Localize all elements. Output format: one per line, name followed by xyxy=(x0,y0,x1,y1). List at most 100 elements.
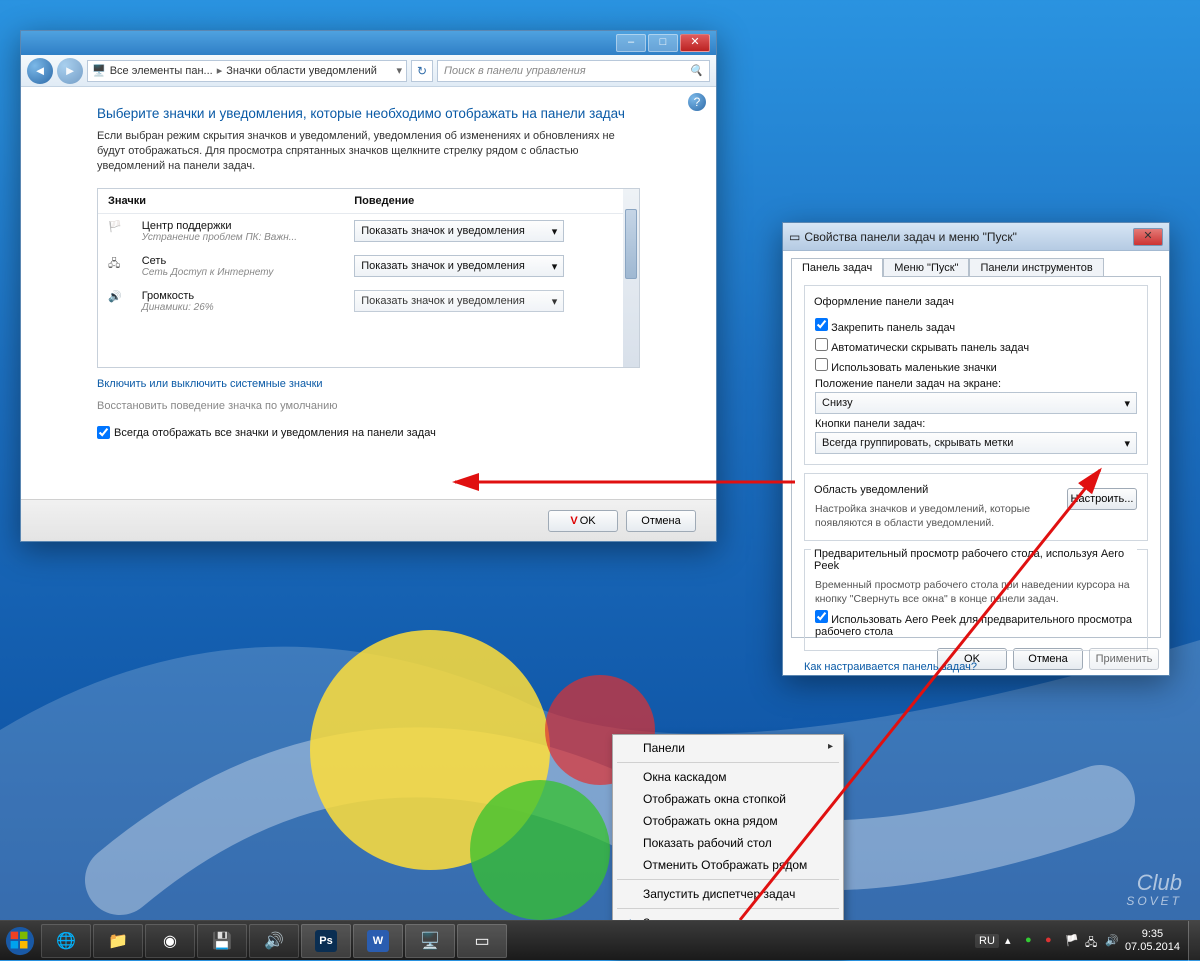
flag-icon[interactable]: 🏳️ xyxy=(1065,934,1079,948)
menu-separator xyxy=(617,908,839,909)
help-icon[interactable]: ? xyxy=(688,93,706,111)
taskbar-properties[interactable]: ▭ xyxy=(457,924,507,958)
ie-icon: 🌐 xyxy=(55,930,77,952)
ps-icon: Ps xyxy=(315,930,337,952)
menu-undo[interactable]: Отменить Отображать рядом xyxy=(615,854,841,876)
maximize-button[interactable]: □ xyxy=(648,34,678,52)
aero-peek-group: Предварительный просмотр рабочего стола,… xyxy=(804,549,1148,651)
position-label: Положение панели задач на экране: xyxy=(815,378,1137,390)
table-row: 🔊 Громкость Динамики: 26% Показать значо… xyxy=(98,284,623,319)
table-row: 🏳️ Центр поддержки Устранение проблем ПК… xyxy=(98,214,623,250)
chrome-icon: ◉ xyxy=(159,930,181,952)
window-titlebar[interactable]: ▭ Свойства панели задач и меню "Пуск" ✕ xyxy=(783,223,1169,251)
taskbar-properties-window: ▭ Свойства панели задач и меню "Пуск" ✕ … xyxy=(782,222,1170,676)
icons-listbox: Значки Поведение 🏳️ Центр поддержки Устр… xyxy=(97,188,640,368)
volume-icon: 🔊 xyxy=(263,930,285,952)
behavior-combo[interactable]: Показать значок и уведомления▾ xyxy=(354,255,564,277)
crumb-parent[interactable]: Все элементы пан... xyxy=(110,65,213,77)
taskbar[interactable]: 🌐 📁 ◉ 💾 🔊 Ps W 🖥️ ▭ RU ▴ ● ● 🏳️ 🖧 🔊 9:35… xyxy=(0,920,1200,960)
appearance-group: Оформление панели задач Закрепить панель… xyxy=(804,285,1148,465)
system-tray: RU ▴ ● ● 🏳️ 🖧 🔊 9:35 07.05.2014 xyxy=(967,928,1188,954)
start-button[interactable] xyxy=(0,921,40,961)
menu-cascade[interactable]: Окна каскадом xyxy=(615,766,841,788)
action-center-icon: 🏳️ xyxy=(98,214,132,250)
behavior-combo[interactable]: Показать значок и уведомления▾ xyxy=(354,220,564,242)
notification-text: Настройка значков и уведомлений, которые… xyxy=(815,502,1045,530)
scrollbar[interactable] xyxy=(623,189,639,367)
buttons-combo[interactable]: Всегда группировать, скрывать метки▾ xyxy=(815,432,1137,454)
volume-icon[interactable]: 🔊 xyxy=(1105,934,1119,948)
nav-forward-button[interactable]: ► xyxy=(57,58,83,84)
position-combo[interactable]: Снизу▾ xyxy=(815,392,1137,414)
volume-icon: 🔊 xyxy=(98,284,132,319)
close-button[interactable]: ✕ xyxy=(680,34,710,52)
toggle-system-icons-link[interactable]: Включить или выключить системные значки xyxy=(97,378,640,390)
autohide-checkbox[interactable]: Автоматически скрывать панель задач xyxy=(815,338,1137,354)
search-input[interactable]: Поиск в панели управления 🔍 xyxy=(437,60,710,82)
explorer-nav: ◄ ► 🖥️ Все элементы пан... ▸ Значки обла… xyxy=(21,55,716,87)
ok-button[interactable]: VOK xyxy=(548,510,618,532)
crumb-current[interactable]: Значки области уведомлений xyxy=(226,65,377,77)
notification-group: Область уведомлений Настройка значков и … xyxy=(804,473,1148,541)
taskbar-control-panel[interactable]: 🖥️ xyxy=(405,924,455,958)
tab-strip: Панель задач Меню "Пуск" Панели инструме… xyxy=(791,257,1161,276)
tab-toolbars[interactable]: Панели инструментов xyxy=(969,258,1103,277)
folder-icon: 🖥️ xyxy=(92,64,106,77)
menu-show-desktop[interactable]: Показать рабочий стол xyxy=(615,832,841,854)
taskbar-word[interactable]: W xyxy=(353,924,403,958)
show-desktop-button[interactable] xyxy=(1188,921,1200,961)
taskbar-ie[interactable]: 🌐 xyxy=(41,924,91,958)
window-titlebar[interactable]: – □ ✕ xyxy=(21,31,716,55)
breadcrumb[interactable]: 🖥️ Все элементы пан... ▸ Значки области … xyxy=(87,60,407,82)
page-heading: Выберите значки и уведомления, которые н… xyxy=(97,105,640,123)
taskbar-icon: ▭ xyxy=(789,230,800,244)
tray-green-icon[interactable]: ● xyxy=(1025,934,1039,948)
folder-icon: 📁 xyxy=(107,930,129,952)
page-intro: Если выбран режим скрытия значков и увед… xyxy=(97,129,640,174)
lock-taskbar-checkbox[interactable]: Закрепить панель задач xyxy=(815,318,1137,334)
aero-peek-checkbox[interactable]: Использовать Aero Peek для предварительн… xyxy=(815,610,1137,638)
col-behavior: Поведение xyxy=(344,189,623,214)
watermark: Club SOVET xyxy=(1126,874,1182,910)
refresh-button[interactable]: ↻ xyxy=(411,60,433,82)
taskbar-save[interactable]: 💾 xyxy=(197,924,247,958)
nav-back-button[interactable]: ◄ xyxy=(27,58,53,84)
col-icons: Значки xyxy=(98,189,344,214)
apply-button[interactable]: Применить xyxy=(1089,648,1159,670)
tray-red-icon[interactable]: ● xyxy=(1045,934,1059,948)
cancel-button[interactable]: Отмена xyxy=(626,510,696,532)
window-title: Свойства панели задач и меню "Пуск" xyxy=(804,230,1017,244)
menu-task-manager[interactable]: Запустить диспетчер задач xyxy=(615,883,841,905)
table-row: 🖧 Сеть Сеть Доступ к Интернету Показать … xyxy=(98,249,623,284)
taskbar-photoshop[interactable]: Ps xyxy=(301,924,351,958)
always-show-checkbox[interactable]: Всегда отображать все значки и уведомлен… xyxy=(97,426,640,439)
tray-chevron-icon[interactable]: ▴ xyxy=(1005,934,1019,948)
small-icons-checkbox[interactable]: Использовать маленькие значки xyxy=(815,358,1137,374)
behavior-combo[interactable]: Показать значок и уведомления▾ xyxy=(354,290,564,312)
restore-defaults-link[interactable]: Восстановить поведение значка по умолчан… xyxy=(97,400,640,412)
menu-separator xyxy=(617,879,839,880)
network-icon: 🖧 xyxy=(98,249,132,284)
tab-taskbar[interactable]: Панель задач xyxy=(791,258,883,277)
clock[interactable]: 9:35 07.05.2014 xyxy=(1125,928,1180,954)
buttons-label: Кнопки панели задач: xyxy=(815,418,1137,430)
taskbar-volume[interactable]: 🔊 xyxy=(249,924,299,958)
tab-start-menu[interactable]: Меню "Пуск" xyxy=(883,258,969,277)
close-button[interactable]: ✕ xyxy=(1133,228,1163,246)
lang-indicator[interactable]: RU xyxy=(975,934,999,948)
menu-stack[interactable]: Отображать окна стопкой xyxy=(615,788,841,810)
menu-sidebyside[interactable]: Отображать окна рядом xyxy=(615,810,841,832)
peek-text: Временный просмотр рабочего стола при на… xyxy=(815,578,1137,606)
minimize-button[interactable]: – xyxy=(616,34,646,52)
props-icon: ▭ xyxy=(471,930,493,952)
cpl-icon: 🖥️ xyxy=(419,930,441,952)
word-icon: W xyxy=(367,930,389,952)
menu-panels[interactable]: Панели xyxy=(615,737,841,759)
notification-icons-window: – □ ✕ ◄ ► 🖥️ Все элементы пан... ▸ Значк… xyxy=(20,30,717,542)
network-icon[interactable]: 🖧 xyxy=(1085,934,1099,948)
taskbar-chrome[interactable]: ◉ xyxy=(145,924,195,958)
taskbar-explorer[interactable]: 📁 xyxy=(93,924,143,958)
floppy-icon: 💾 xyxy=(211,930,233,952)
menu-separator xyxy=(617,762,839,763)
configure-button[interactable]: Настроить... xyxy=(1067,488,1137,510)
